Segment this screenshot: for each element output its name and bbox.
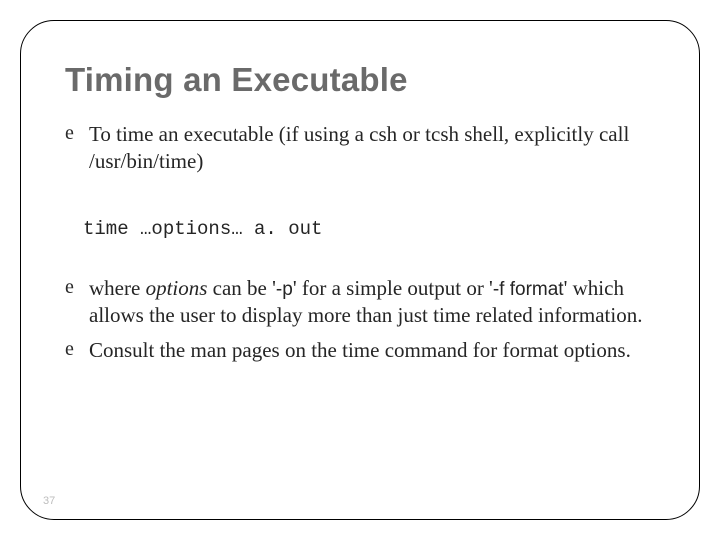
slide-frame: Timing an Executable e To time an execut…: [20, 20, 700, 520]
bullet-glyph: e: [65, 339, 74, 359]
page-number: 37: [43, 495, 55, 507]
bullet-2-mid2: ' for a simple output or ': [293, 276, 493, 300]
bullet-1-text: To time an executable (if using a csh or…: [89, 122, 629, 173]
spacer: [65, 183, 655, 197]
bullet-3: e Consult the man pages on the time comm…: [65, 337, 655, 364]
bullet-1: e To time an executable (if using a csh …: [65, 121, 655, 175]
bullet-2-em: options: [146, 276, 208, 300]
bullet-2: e where options can be '-p' for a simple…: [65, 275, 655, 329]
bullet-glyph: e: [65, 123, 74, 143]
body: e To time an executable (if using a csh …: [65, 121, 655, 364]
bullet-3-text: Consult the man pages on the time comman…: [89, 338, 631, 362]
bullet-2-code1: -p: [276, 279, 293, 300]
bullet-2-code2: -f format: [493, 279, 564, 300]
code-line: time …options… a. out: [83, 217, 655, 241]
bullet-2-pre: where: [89, 276, 146, 300]
bullet-glyph: e: [65, 277, 74, 297]
spacer: [65, 261, 655, 275]
bullet-2-mid1: can be ': [207, 276, 276, 300]
slide-title: Timing an Executable: [65, 61, 655, 99]
